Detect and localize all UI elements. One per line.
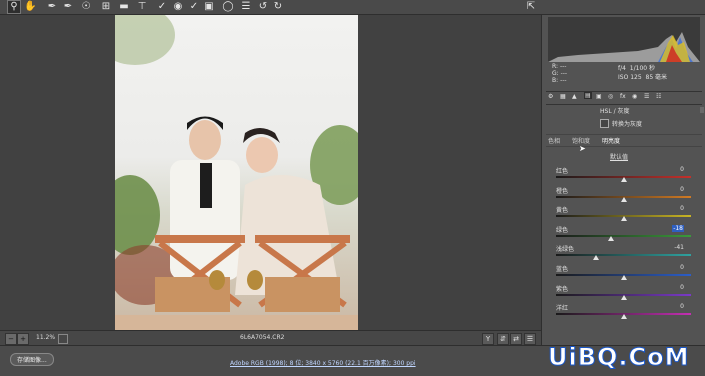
color-sampler-icon[interactable]: ✒	[62, 1, 74, 13]
mouse-cursor-icon: ➤	[579, 144, 586, 153]
slider-thumb[interactable]	[620, 314, 627, 319]
detail-tab-icon[interactable]: ▲	[572, 93, 577, 100]
hsl-subtabs	[546, 134, 702, 147]
white-balance-icon[interactable]: ✒	[46, 1, 58, 13]
slider-thumb[interactable]	[620, 216, 627, 221]
camera-info: f/4 1/100 秒 ISO 125 85 毫米	[618, 63, 667, 81]
slider-label: 蓝色	[556, 266, 569, 273]
effects-tab-icon[interactable]: fx	[620, 93, 626, 100]
canvas-bottom-bar: − + 11.2% 6L6A7054.CR2 Y ⇵ ⇄ ☰	[0, 330, 541, 345]
tone-curve-tab-icon[interactable]: ▦	[560, 93, 566, 100]
slider-value[interactable]: -18	[672, 225, 684, 232]
slider-thumb[interactable]	[620, 197, 627, 202]
hsl-tab-icon[interactable]: ▤	[584, 92, 592, 99]
slider-label: 洋红	[556, 305, 569, 312]
tab-hue[interactable]: 色相	[548, 136, 560, 145]
workflow-options-link[interactable]: Adobe RGB (1998); 8 位; 3840 x 5760 (22.1…	[230, 358, 416, 367]
preview-canvas	[0, 15, 541, 330]
shutter-speed: 1/100 秒	[629, 65, 655, 72]
red-eye-icon[interactable]: ◉	[172, 1, 184, 13]
file-name: 6L6A7054.CR2	[240, 334, 285, 341]
slider-value[interactable]: 0	[680, 166, 684, 173]
slider-value[interactable]: -41	[674, 244, 684, 251]
slider-thumb[interactable]	[620, 275, 627, 280]
straighten-icon[interactable]: ▬	[118, 1, 130, 13]
histogram-graph	[548, 17, 700, 62]
spot-removal-icon[interactable]: ✓	[156, 1, 168, 13]
save-image-button[interactable]: 存储图像...	[10, 353, 54, 366]
slider-thumb[interactable]	[592, 255, 599, 260]
aperture: f/4	[618, 65, 626, 72]
snapshots-tab-icon[interactable]: ☷	[656, 93, 661, 100]
presets-tab-icon[interactable]: ☰	[644, 93, 649, 100]
g-label: G:	[552, 70, 559, 77]
slider-thumb[interactable]	[620, 177, 627, 182]
toolbar: ⚲ ✋ ✒ ✒ ☉ ⊞ ▬ ⊤ ✓ ◉ ✓ ▣ ◯ ☰ ↺ ↻ ⇱	[0, 0, 705, 15]
photo-preview	[115, 15, 358, 330]
adjustment-brush-icon[interactable]: ✓	[188, 1, 200, 13]
slider-value[interactable]: 0	[680, 284, 684, 291]
slider-value[interactable]: 0	[680, 303, 684, 310]
target-adjust-icon[interactable]: ☉	[80, 1, 92, 13]
settings-icon[interactable]: ☰	[524, 333, 536, 345]
rotate-cw-icon[interactable]: ↻	[272, 1, 284, 13]
rgb-readout: R: --- G: --- B: ---	[552, 63, 567, 84]
zoom-out-icon[interactable]: −	[5, 333, 17, 345]
b-value: ---	[560, 77, 567, 84]
swap-icon[interactable]: ⇵	[497, 333, 509, 345]
slider-label: 黄色	[556, 207, 569, 214]
slider-thumb[interactable]	[608, 236, 615, 241]
zoom-icon[interactable]: ⚲	[7, 0, 21, 14]
r-value: ---	[559, 63, 567, 70]
r-label: R:	[552, 63, 559, 70]
slider-value[interactable]: 0	[680, 186, 684, 193]
convert-grayscale-checkbox[interactable]	[600, 119, 609, 128]
convert-grayscale-label: 转换为灰度	[612, 121, 643, 128]
slider-label: 绿色	[556, 227, 569, 234]
hand-icon[interactable]: ✋	[24, 1, 36, 13]
radial-filter-icon[interactable]: ◯	[222, 1, 234, 13]
panel-menu-icon[interactable]	[700, 107, 704, 113]
slider-label: 橙色	[556, 188, 569, 195]
split-toning-tab-icon[interactable]: ▣	[596, 93, 602, 100]
basic-tab-icon[interactable]: ⚙	[548, 93, 553, 100]
slider-value[interactable]: 0	[680, 264, 684, 271]
fullscreen-icon[interactable]: ⇱	[525, 1, 537, 13]
tab-luminance[interactable]: 明亮度	[602, 136, 620, 145]
g-value: ---	[560, 70, 568, 77]
graduated-filter-icon[interactable]: ▣	[203, 1, 215, 13]
slider-thumb[interactable]	[620, 295, 627, 300]
adjustment-panel: R: --- G: --- B: --- f/4 1/100 秒 ISO 125…	[541, 15, 705, 345]
watermark: UiBQ.CoM	[548, 343, 690, 372]
zoom-level[interactable]: 11.2%	[36, 331, 55, 345]
crop-icon[interactable]: ⊞	[100, 1, 112, 13]
preferences-icon[interactable]: ☰	[240, 1, 252, 13]
histogram	[548, 17, 700, 62]
slider-label: 浅绿色	[556, 246, 575, 253]
rotate-ccw-icon[interactable]: ↺	[257, 1, 269, 13]
zoom-dropdown-icon[interactable]	[58, 334, 68, 344]
copy-settings-icon[interactable]: ⇄	[510, 333, 522, 345]
panel-title: HSL / 灰度	[600, 108, 630, 115]
slider-track[interactable]	[556, 254, 691, 256]
zoom-in-icon[interactable]: +	[17, 333, 29, 345]
before-after-icon[interactable]: Y	[482, 333, 494, 345]
slider-label: 红色	[556, 168, 569, 175]
wedding-photo	[115, 15, 358, 330]
camera-calibration-tab-icon[interactable]: ◉	[632, 93, 637, 100]
default-link[interactable]: 默认值	[610, 152, 628, 161]
slider-value[interactable]: 0	[680, 205, 684, 212]
lens-tab-icon[interactable]: ◎	[608, 93, 613, 100]
iso: ISO 125	[618, 74, 642, 81]
b-label: B:	[552, 77, 559, 84]
slider-track[interactable]	[556, 235, 691, 237]
focal-length: 85 毫米	[645, 74, 668, 81]
panel-tabs: ⚙ ▦ ▲ ▤ ▣ ◎ fx ◉ ☰ ☷	[546, 91, 702, 105]
transform-icon[interactable]: ⊤	[136, 1, 148, 13]
slider-label: 紫色	[556, 286, 569, 293]
